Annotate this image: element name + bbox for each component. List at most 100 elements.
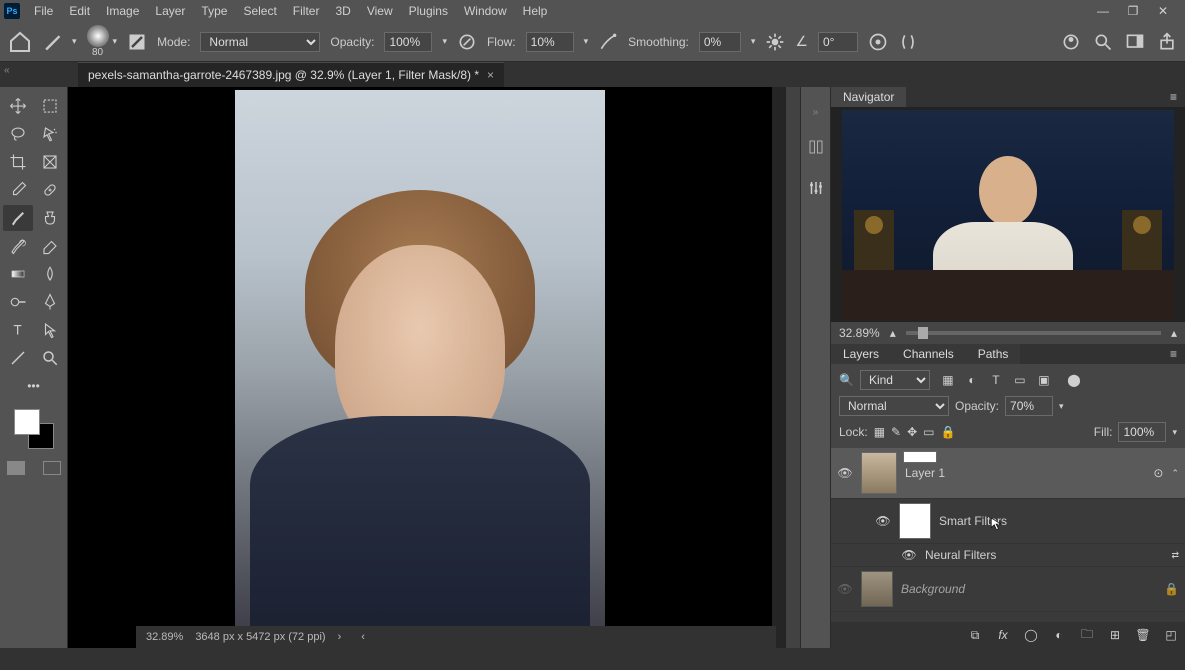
zoom-tool[interactable] [35, 345, 65, 371]
fill-field[interactable] [1118, 422, 1166, 442]
filter-adjust-icon[interactable]: ◐ [964, 373, 980, 387]
navigator-zoom-value[interactable]: 32.89% [839, 326, 880, 340]
layer-filter-kind[interactable]: Kind [860, 370, 930, 390]
visibility-toggle-icon[interactable]: 👁 [837, 466, 853, 480]
filter-shape-icon[interactable]: ▭ [1012, 373, 1028, 387]
menu-3d[interactable]: 3D [327, 4, 358, 18]
lock-transparent-icon[interactable]: ▦ [874, 425, 885, 439]
pen-tool[interactable] [35, 289, 65, 315]
quickmask-icon[interactable] [7, 461, 25, 475]
collapse-left-icon[interactable]: « [4, 65, 10, 76]
cloud-docs-icon[interactable] [1061, 32, 1081, 52]
new-layer-icon[interactable]: ⊞ [1107, 628, 1123, 642]
smoothing-options-icon[interactable] [765, 32, 785, 52]
panel-menu-icon[interactable]: ≡ [1162, 87, 1185, 107]
tool-preset-chevron-icon[interactable]: ▾ [72, 36, 77, 47]
menu-layer[interactable]: Layer [147, 4, 193, 18]
zoom-out-icon[interactable]: ▴ [890, 326, 896, 340]
status-chevron-icon[interactable]: › [338, 631, 342, 643]
close-tab-icon[interactable]: × [487, 68, 494, 82]
layer-opacity-chevron-icon[interactable]: ▾ [1059, 401, 1064, 412]
menu-help[interactable]: Help [515, 4, 556, 18]
color-swatches[interactable] [14, 409, 54, 449]
move-tool[interactable] [3, 93, 33, 119]
brush-panel-toggle-icon[interactable] [127, 32, 147, 52]
lock-all-icon[interactable]: 🔒 [941, 425, 956, 439]
filter-mask-thumb[interactable] [899, 503, 931, 539]
screenmode-icon[interactable] [43, 461, 61, 475]
new-group-icon[interactable]: 🗀 [1079, 625, 1095, 646]
home-button[interactable] [8, 30, 32, 54]
healing-tool[interactable] [35, 177, 65, 203]
adjustment-layer-icon[interactable]: ◐ [1051, 628, 1067, 642]
lock-position-icon[interactable]: ✥ [907, 425, 917, 439]
document-tab[interactable]: pexels-samantha-garrote-2467389.jpg @ 32… [78, 62, 504, 87]
angle-field[interactable] [818, 32, 858, 52]
visibility-toggle-icon[interactable]: 👁 [901, 548, 917, 562]
zoom-slider[interactable] [906, 331, 1161, 335]
smoothing-chevron-icon[interactable]: ▾ [751, 36, 756, 47]
menu-plugins[interactable]: Plugins [401, 4, 456, 18]
menu-window[interactable]: Window [456, 4, 515, 18]
smart-object-link-icon[interactable]: ⊙ [1153, 466, 1163, 480]
vertical-scrollbar[interactable] [786, 87, 800, 648]
fill-chevron-icon[interactable]: ▾ [1172, 427, 1177, 438]
layer-filter-search-icon[interactable]: 🔍 [839, 373, 854, 387]
opacity-chevron-icon[interactable]: ▾ [442, 36, 447, 47]
flow-field[interactable] [526, 32, 574, 52]
blend-mode-select[interactable]: Normal [200, 32, 320, 52]
path-select-tool[interactable] [35, 317, 65, 343]
lasso-tool[interactable] [3, 121, 33, 147]
quick-select-tool[interactable] [35, 121, 65, 147]
menu-type[interactable]: Type [193, 4, 235, 18]
close-window-button[interactable]: ✕ [1155, 4, 1171, 18]
layer-thumb[interactable] [861, 571, 893, 607]
eraser-tool[interactable] [35, 233, 65, 259]
tab-channels[interactable]: Channels [891, 344, 966, 364]
brush-preview[interactable]: 80 ▾ [87, 25, 118, 58]
panel-resize-icon[interactable]: ◰ [1163, 628, 1179, 642]
opacity-field[interactable] [384, 32, 432, 52]
search-icon[interactable] [1093, 32, 1113, 52]
share-icon[interactable] [1157, 32, 1177, 52]
lock-paint-icon[interactable]: ✎ [891, 425, 901, 439]
status-zoom[interactable]: 32.89% [146, 631, 183, 643]
eyedropper-tool[interactable] [3, 177, 33, 203]
layer-fx-icon[interactable]: fx [995, 628, 1011, 642]
zoom-in-icon[interactable]: ▴ [1171, 326, 1177, 340]
filter-toggle-icon[interactable]: ⬤ [1066, 373, 1082, 387]
clone-stamp-tool[interactable] [35, 205, 65, 231]
add-mask-icon[interactable]: ◯ [1023, 628, 1039, 642]
mask-link-thumb[interactable] [903, 451, 937, 463]
visibility-toggle-icon[interactable]: 👁 [875, 514, 891, 528]
document-canvas[interactable] [68, 87, 772, 648]
layer-blend-mode-select[interactable]: Normal [839, 396, 949, 416]
menu-image[interactable]: Image [98, 4, 147, 18]
neural-filters-label[interactable]: Neural Filters [925, 548, 996, 562]
marquee-tool[interactable] [35, 93, 65, 119]
line-tool[interactable] [3, 345, 33, 371]
gradient-tool[interactable] [3, 261, 33, 287]
layer-row-background[interactable]: 👁 Background 🔒 [831, 567, 1185, 612]
layer-name[interactable]: Layer 1 [905, 466, 945, 480]
layer-row-layer1[interactable]: 👁 Layer 1 ⊙ ⌃ [831, 448, 1185, 499]
symmetry-icon[interactable] [898, 32, 918, 52]
menu-file[interactable]: File [26, 4, 61, 18]
crop-tool[interactable] [3, 149, 33, 175]
background-layer-label[interactable]: Background [901, 582, 965, 596]
link-layers-icon[interactable]: ⧉ [967, 628, 983, 643]
tab-layers[interactable]: Layers [831, 344, 891, 364]
frame-tool[interactable] [35, 149, 65, 175]
layer-row-smartfilters[interactable]: 👁 Smart Filters [831, 499, 1185, 544]
menu-filter[interactable]: Filter [285, 4, 328, 18]
brush-tool[interactable] [3, 205, 33, 231]
filter-smart-icon[interactable]: ▣ [1036, 373, 1052, 387]
pressure-size-icon[interactable] [868, 32, 888, 52]
adjustments-panel-icon[interactable] [807, 179, 825, 200]
filter-pixel-icon[interactable]: ▦ [940, 373, 956, 387]
lock-artboard-icon[interactable]: ▭ [923, 425, 934, 439]
workspace-switcher-icon[interactable] [1125, 32, 1145, 52]
menu-select[interactable]: Select [235, 4, 284, 18]
delete-layer-icon[interactable]: 🗑 [1135, 628, 1151, 642]
minimize-button[interactable]: — [1095, 4, 1111, 18]
